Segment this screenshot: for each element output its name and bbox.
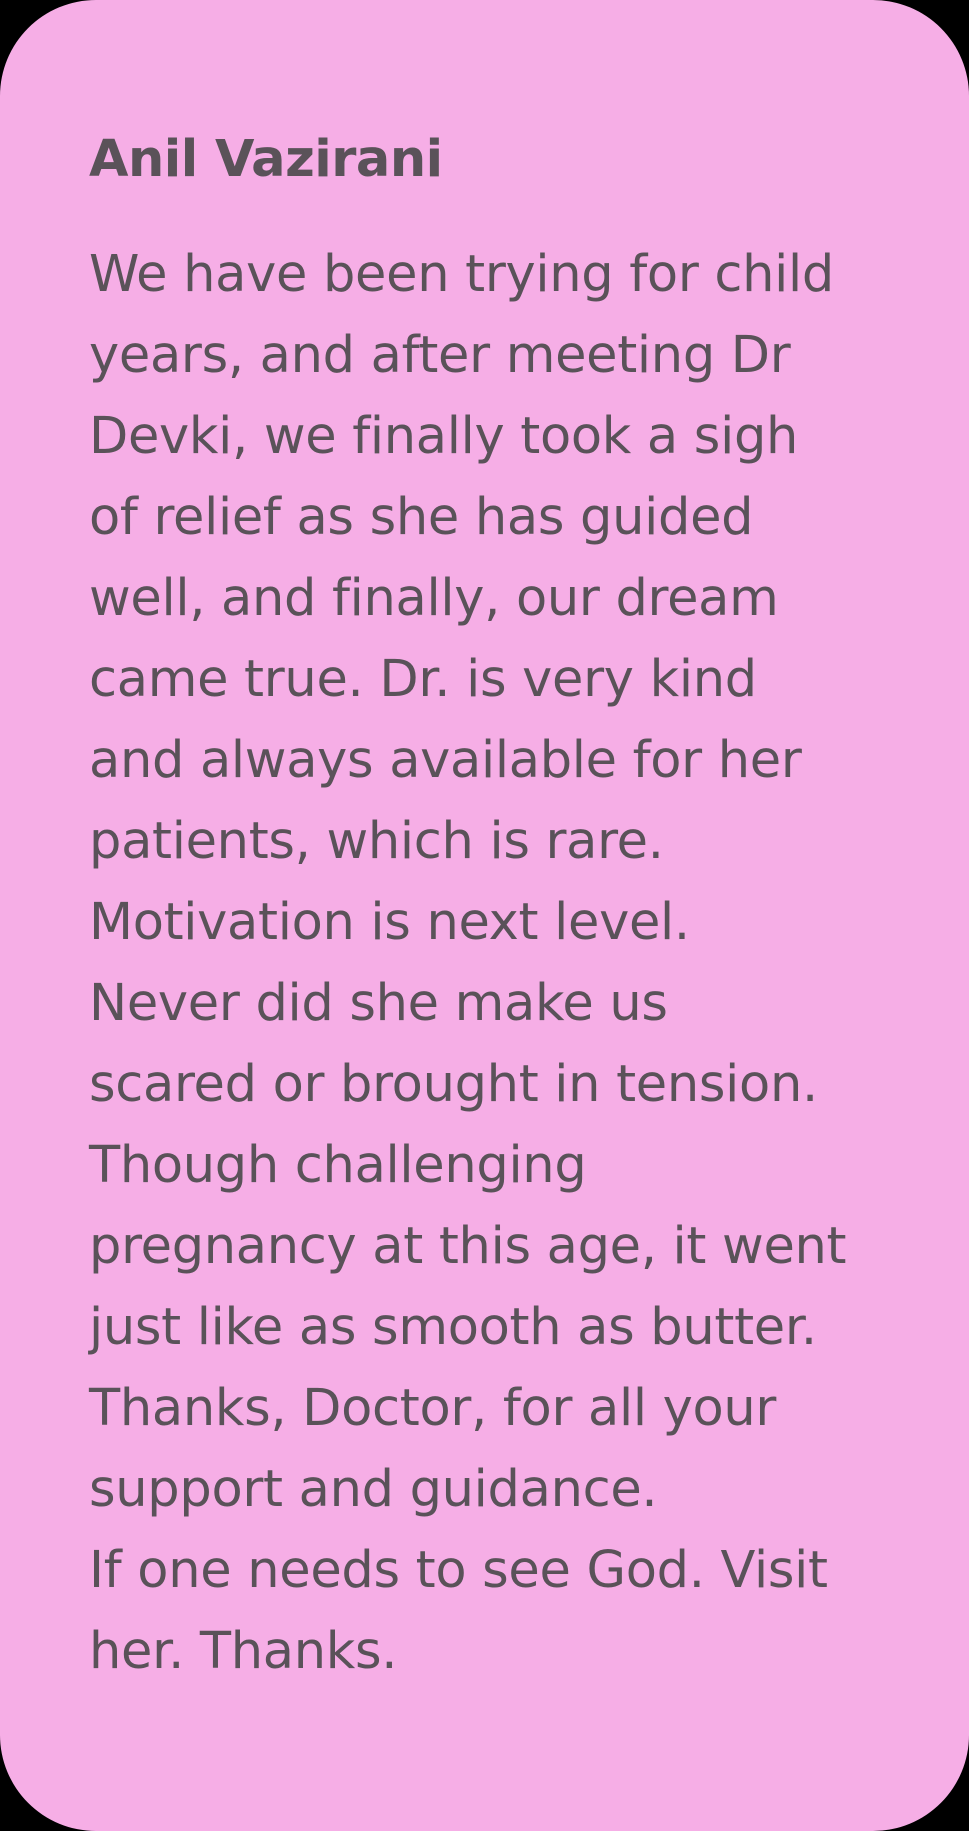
review-line: We have been trying for child xyxy=(89,245,834,304)
review-line: Thanks, Doctor, for all your xyxy=(89,1379,777,1438)
review-line: just like as smooth as butter. xyxy=(89,1298,817,1357)
review-line: scared or brought in tension. xyxy=(89,1055,818,1114)
review-line: well, and finally, our dream xyxy=(89,569,779,628)
review-line: support and guidance. xyxy=(89,1460,658,1519)
review-line: If one needs to see God. Visit xyxy=(89,1541,828,1600)
review-line: of relief as she has guided xyxy=(89,488,754,547)
review-line: and always available for her xyxy=(89,731,802,790)
review-line: came true. Dr. is very kind xyxy=(89,650,757,709)
review-text: We have been trying for child years, and… xyxy=(89,234,889,1692)
reviewer-name: Anil Vazirani xyxy=(89,130,443,189)
review-line: Never did she make us xyxy=(89,974,668,1033)
review-line: Motivation is next level. xyxy=(89,893,690,952)
review-line: years, and after meeting Dr xyxy=(89,326,791,385)
review-line: Devki, we finally took a sigh xyxy=(89,407,799,466)
review-line: patients, which is rare. xyxy=(89,812,664,871)
testimonial-card: Anil Vazirani We have been trying for ch… xyxy=(0,0,969,1831)
review-line: Though challenging xyxy=(89,1136,587,1195)
review-line: pregnancy at this age, it went xyxy=(89,1217,847,1276)
review-line: her. Thanks. xyxy=(89,1622,398,1681)
